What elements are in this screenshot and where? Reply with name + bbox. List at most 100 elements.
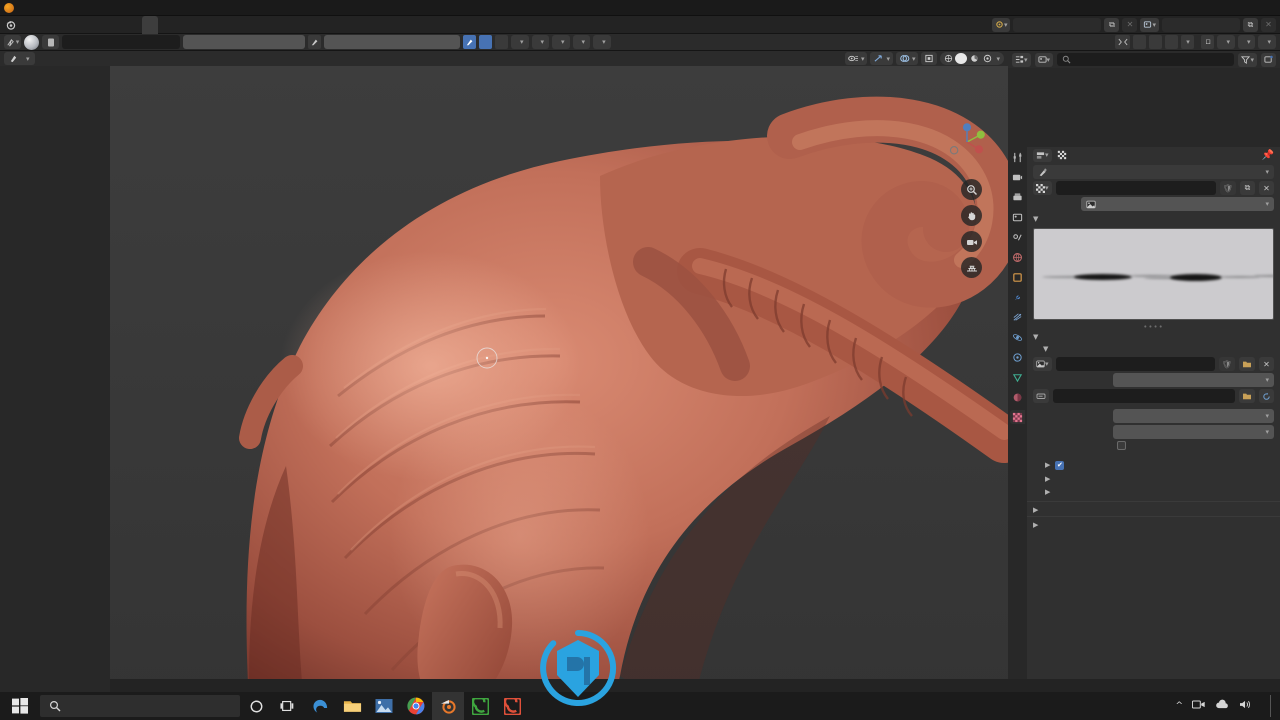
- outliner-filter-icon[interactable]: ▾: [1238, 52, 1257, 67]
- remesh-menu[interactable]: ▾: [1237, 35, 1256, 49]
- open-image-folder-icon[interactable]: [1239, 357, 1255, 371]
- outliner-display-mode-icon[interactable]: ▾: [1034, 52, 1054, 67]
- fake-user-shield-icon[interactable]: 🛡: [1219, 181, 1236, 195]
- menu-window[interactable]: [64, 16, 78, 34]
- windows-search-input[interactable]: [40, 695, 240, 717]
- alpha-mode-dropdown[interactable]: ▾: [1113, 425, 1274, 439]
- windows-taskbar[interactable]: ^: [0, 692, 1280, 720]
- camtasia-icon[interactable]: [464, 692, 496, 720]
- custom-properties-panel-header[interactable]: ▶: [1027, 516, 1280, 531]
- texture-datablock-name-field[interactable]: [1055, 181, 1216, 195]
- close-button[interactable]: [1254, 0, 1280, 16]
- alpha-disclosure-triangle[interactable]: ▶: [1045, 461, 1050, 469]
- workspace-tab-layout[interactable]: [110, 16, 126, 34]
- symmetry-dropdown-caret[interactable]: ▾: [1181, 35, 1195, 49]
- shading-mode-group[interactable]: ▾: [940, 52, 1004, 65]
- outliner-new-collection-icon[interactable]: [1261, 52, 1276, 67]
- sculpt-mode-selector[interactable]: ▾: [4, 52, 35, 65]
- active-brush-preview-icon[interactable]: [24, 34, 39, 50]
- image-datablock-browse-icon[interactable]: ▾: [1033, 357, 1052, 371]
- tool-settings-editor-type-icon[interactable]: ▾: [4, 35, 21, 49]
- stroke-menu[interactable]: ▾: [552, 35, 570, 49]
- preview-disclosure-triangle[interactable]: ▼: [1033, 215, 1038, 223]
- workspace-tab-animation[interactable]: [206, 16, 222, 34]
- symmetry-z-toggle[interactable]: [1165, 35, 1179, 49]
- radius-slider[interactable]: [183, 35, 305, 49]
- image-section-header[interactable]: ▼: [1027, 331, 1280, 343]
- preview-section-header[interactable]: ▼: [1027, 213, 1280, 225]
- symmetry-x-toggle[interactable]: [1133, 35, 1147, 49]
- tab-object-data[interactable]: [1010, 370, 1025, 384]
- menu-file[interactable]: [22, 16, 36, 34]
- colorspace-row[interactable]: ▾: [1033, 409, 1274, 423]
- maximize-button[interactable]: [1228, 0, 1254, 16]
- workspace-tab-modeling[interactable]: [126, 16, 142, 34]
- properties-pin-browse-icon[interactable]: ▾: [1033, 148, 1052, 162]
- image-source-dropdown[interactable]: ▾: [1113, 373, 1274, 387]
- start-button-icon[interactable]: [0, 692, 40, 720]
- system-tray[interactable]: ^: [1175, 695, 1280, 717]
- radius-pressure-toggle[interactable]: [308, 35, 321, 49]
- tab-view-layer[interactable]: [1010, 210, 1025, 224]
- sculpt-toolbar[interactable]: [0, 66, 110, 692]
- 3d-viewport[interactable]: ▾ ▾ ▾ ▾ ▾: [0, 51, 1008, 692]
- gizmo-toggle-icon[interactable]: ▾: [870, 52, 893, 65]
- camtasia-recorder-icon[interactable]: [496, 692, 528, 720]
- mapping-subpanel-header[interactable]: ▶: [1027, 472, 1280, 485]
- rendered-shading-icon[interactable]: [981, 53, 994, 64]
- minimize-button[interactable]: [1202, 0, 1228, 16]
- colorspace-dropdown[interactable]: ▾: [1113, 409, 1274, 423]
- strength-slider[interactable]: [324, 35, 460, 49]
- chrome-icon[interactable]: [400, 692, 432, 720]
- pan-hand-icon[interactable]: [961, 205, 982, 226]
- tab-tool[interactable]: [1010, 150, 1025, 164]
- photos-icon[interactable]: [368, 692, 400, 720]
- view-as-render-row[interactable]: [1117, 441, 1274, 450]
- camera-icon[interactable]: [961, 231, 982, 252]
- pin-id-icon[interactable]: 📌: [1262, 150, 1274, 161]
- tab-object[interactable]: [1010, 270, 1025, 284]
- alpha-enable-checkbox[interactable]: ✔: [1055, 460, 1065, 470]
- texture-context-selector[interactable]: ▾: [1033, 165, 1274, 179]
- material-preview-shading-icon[interactable]: [968, 53, 981, 64]
- filepath-relative-icon[interactable]: [1033, 389, 1049, 403]
- tray-recorder-icon[interactable]: [1191, 699, 1206, 713]
- menu-edit[interactable]: [36, 16, 50, 34]
- zoom-icon[interactable]: [961, 179, 982, 200]
- sampling-disclosure-triangle[interactable]: ▶: [1045, 488, 1050, 496]
- image-source-row[interactable]: ▾: [1033, 373, 1274, 387]
- strength-pressure-toggle[interactable]: [463, 35, 476, 49]
- new-view-layer-icon[interactable]: ⧉: [1243, 17, 1258, 32]
- tray-volume-icon[interactable]: [1239, 699, 1252, 713]
- visibility-selector-icon[interactable]: ▾: [844, 52, 868, 65]
- tab-world[interactable]: [1010, 250, 1025, 264]
- dyntopo-enable-checkbox[interactable]: ▫: [1201, 35, 1215, 49]
- task-view-icon[interactable]: [272, 692, 304, 720]
- scene-browse-icon[interactable]: ▾: [991, 17, 1011, 32]
- tab-modifiers[interactable]: [1010, 290, 1025, 304]
- navigation-gizmo[interactable]: [944, 119, 990, 165]
- outliner-search-input[interactable]: [1057, 53, 1235, 66]
- tab-scene[interactable]: [1010, 230, 1025, 244]
- menu-help[interactable]: [78, 16, 92, 34]
- subtract-direction-button[interactable]: [495, 35, 508, 49]
- properties-editor[interactable]: ▾ 📌 ▾ ▾ 🛡 ⧉ ✕ ▾ ▼ •••• ▼ ▼ ▾ 🛡 ✕ ▾ ▾ ▾ ▶…: [1008, 147, 1280, 692]
- brush-name-field[interactable]: [62, 35, 180, 49]
- blender-menu-icon[interactable]: [0, 16, 22, 34]
- properties-body[interactable]: ▾ 📌 ▾ ▾ 🛡 ⧉ ✕ ▾ ▼ •••• ▼ ▼ ▾ 🛡 ✕ ▾ ▾ ▾ ▶…: [1027, 147, 1280, 692]
- show-desktop-button[interactable]: [1270, 695, 1274, 717]
- scene-name-field[interactable]: [1013, 17, 1102, 32]
- image-filepath-row[interactable]: [1033, 389, 1274, 403]
- overlays-toggle-icon[interactable]: ▾: [895, 52, 919, 65]
- tab-physics[interactable]: [1010, 330, 1025, 344]
- tab-render[interactable]: [1010, 170, 1025, 184]
- colors-disclosure-triangle[interactable]: ▶: [1033, 506, 1038, 514]
- menu-render[interactable]: [50, 16, 64, 34]
- alpha-subpanel-header[interactable]: ▶ ✔: [1027, 458, 1280, 472]
- delete-view-layer-icon[interactable]: ✕: [1261, 17, 1276, 32]
- alpha-mode-row[interactable]: ▾: [1033, 425, 1274, 439]
- image-disclosure-triangle[interactable]: ▼: [1033, 333, 1038, 341]
- tab-material[interactable]: [1010, 390, 1025, 404]
- symmetry-y-toggle[interactable]: [1149, 35, 1163, 49]
- new-scene-icon[interactable]: ⧉: [1104, 17, 1120, 32]
